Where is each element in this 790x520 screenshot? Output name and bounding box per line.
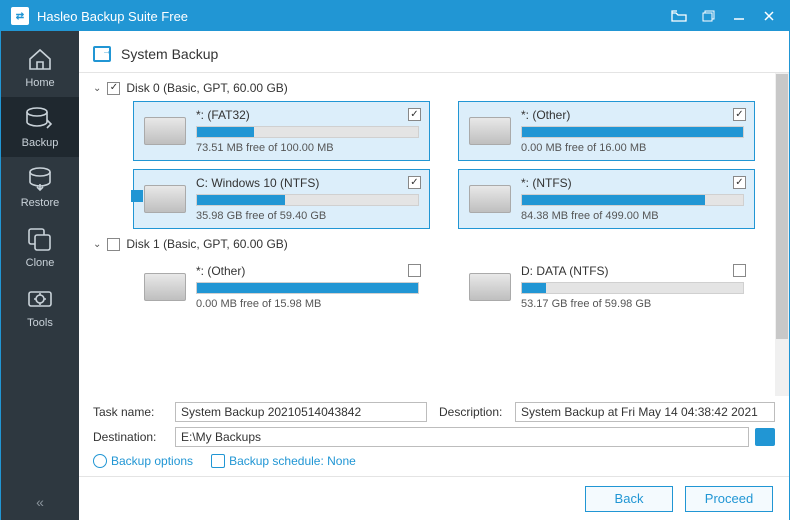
partition-label: *: (NTFS) [521,176,744,190]
sidebar-item-label: Clone [26,257,55,269]
partition-free-text: 0.00 MB free of 16.00 MB [521,142,744,154]
partition-card[interactable]: *: (Other) 0.00 MB free of 16.00 MB [458,101,755,161]
content-area: System Backup ⌄ Disk 0 (Basic, GPT, 60.00… [79,31,789,520]
calendar-icon [211,454,225,468]
disk-header: ⌄ Disk 1 (Basic, GPT, 60.00 GB) [93,237,775,251]
minimize-icon[interactable] [729,6,749,26]
partition-card[interactable]: *: (Other) 0.00 MB free of 15.98 MB [133,257,430,317]
partition-checkbox[interactable] [408,176,421,189]
proceed-button[interactable]: Proceed [685,486,773,512]
partition-free-text: 84.38 MB free of 499.00 MB [521,210,744,222]
usage-bar [196,282,419,294]
tools-icon [25,285,55,313]
partition-label: *: (Other) [196,264,419,278]
partition-card[interactable]: C: Windows 10 (NTFS) 35.98 GB free of 59.… [133,169,430,229]
partition-card[interactable]: *: (FAT32) 73.51 MB free of 100.00 MB [133,101,430,161]
sidebar-item-tools[interactable]: Tools [1,277,79,337]
collapse-sidebar-icon[interactable]: « [36,494,44,510]
drive-icon [469,273,511,301]
description-label: Description: [439,405,509,419]
folder-open-icon[interactable] [669,6,689,26]
partition-free-text: 35.98 GB free of 59.40 GB [196,210,419,222]
sidebar-item-clone[interactable]: Clone [1,217,79,277]
usage-bar [521,194,744,206]
restore-window-icon[interactable] [699,6,719,26]
partition-checkbox[interactable] [408,264,421,277]
partition-label: *: (Other) [521,108,744,122]
partition-free-text: 73.51 MB free of 100.00 MB [196,142,419,154]
browse-folder-icon[interactable] [755,428,775,446]
sidebar: Home Backup Restore Clone Tools « [1,31,79,520]
partition-checkbox[interactable] [733,176,746,189]
window-controls [669,6,779,26]
partition-free-text: 0.00 MB free of 15.98 MB [196,298,419,310]
task-name-label: Task name: [93,405,169,419]
drive-icon [469,185,511,213]
drive-icon [144,185,186,213]
sidebar-item-home[interactable]: Home [1,37,79,97]
partition-label: *: (FAT32) [196,108,419,122]
partition-checkbox[interactable] [733,264,746,277]
description-input[interactable] [515,402,775,422]
chevron-down-icon[interactable]: ⌄ [93,83,101,94]
app-title: Hasleo Backup Suite Free [37,9,669,24]
titlebar: ⇄ Hasleo Backup Suite Free [1,1,789,31]
usage-bar [521,282,744,294]
drive-icon [144,117,186,145]
destination-label: Destination: [93,430,169,444]
disk-name: Disk 1 (Basic, GPT, 60.00 GB) [126,237,287,251]
disk-checkbox[interactable] [107,82,120,95]
system-backup-icon [93,46,111,62]
partition-card[interactable]: *: (NTFS) 84.38 MB free of 499.00 MB [458,169,755,229]
clone-icon [25,225,55,253]
scrollbar-thumb[interactable] [776,74,788,339]
disk-name: Disk 0 (Basic, GPT, 60.00 GB) [126,81,287,95]
usage-bar [196,194,419,206]
disk-selection-area: ⌄ Disk 0 (Basic, GPT, 60.00 GB) *: (FAT32)… [79,73,789,396]
task-name-input[interactable] [175,402,427,422]
sidebar-item-label: Home [25,77,54,89]
partition-card[interactable]: D: DATA (NTFS) 53.17 GB free of 59.98 GB [458,257,755,317]
usage-bar [521,126,744,138]
backup-options-link[interactable]: Backup options [93,454,193,468]
partition-checkbox[interactable] [733,108,746,121]
destination-input[interactable] [175,427,749,447]
disk-checkbox[interactable] [107,238,120,251]
home-icon [25,45,55,73]
partition-label: C: Windows 10 (NTFS) [196,176,419,190]
gear-icon [93,454,107,468]
sidebar-item-backup[interactable]: Backup [1,97,79,157]
app-icon: ⇄ [11,7,29,25]
partition-checkbox[interactable] [408,108,421,121]
back-button[interactable]: Back [585,486,673,512]
drive-icon [144,273,186,301]
restore-icon [25,165,55,193]
footer: Back Proceed [79,476,789,520]
drive-icon [469,117,511,145]
chevron-down-icon[interactable]: ⌄ [93,239,101,250]
scrollbar[interactable] [775,73,789,396]
backup-icon [25,105,55,133]
close-icon[interactable] [759,6,779,26]
partition-free-text: 53.17 GB free of 59.98 GB [521,298,744,310]
content-header: System Backup [79,35,789,73]
usage-bar [196,126,419,138]
backup-schedule-link[interactable]: Backup schedule: None [211,454,356,468]
sidebar-item-restore[interactable]: Restore [1,157,79,217]
sidebar-item-label: Tools [27,317,53,329]
task-form: Task name: Description: Destination: Bac… [79,396,789,476]
sidebar-item-label: Backup [22,137,59,149]
partition-label: D: DATA (NTFS) [521,264,744,278]
disk-header: ⌄ Disk 0 (Basic, GPT, 60.00 GB) [93,81,775,95]
page-title: System Backup [121,46,218,62]
sidebar-item-label: Restore [21,197,60,209]
